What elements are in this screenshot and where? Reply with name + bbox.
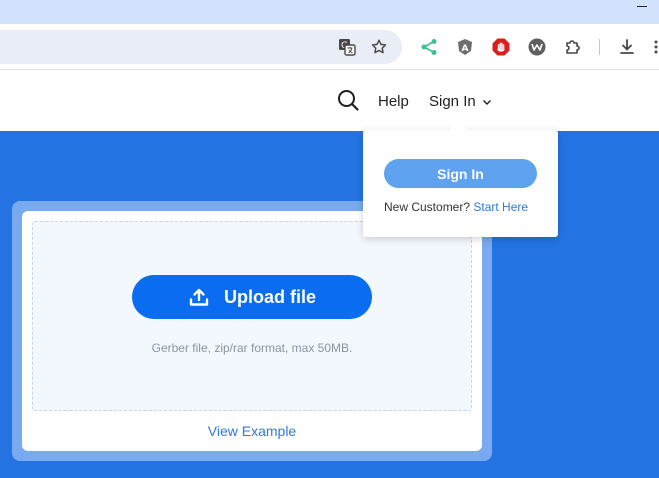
share-extension-icon[interactable] — [417, 35, 441, 59]
bookmark-star-icon[interactable] — [367, 35, 391, 59]
signin-menu-label: Sign In — [429, 93, 476, 110]
svg-text:A: A — [462, 44, 469, 54]
upload-file-button-label: Upload file — [223, 286, 316, 307]
w-extension-icon[interactable] — [525, 35, 549, 59]
new-customer-text: New Customer? — [384, 200, 471, 214]
signin-menu[interactable]: Sign In — [429, 93, 492, 110]
stop-extension-icon[interactable] — [489, 35, 513, 59]
download-icon[interactable] — [615, 35, 639, 59]
more-menu-icon[interactable] — [650, 35, 659, 59]
search-icon[interactable] — [336, 88, 360, 112]
view-example-link[interactable]: View Example — [22, 423, 482, 439]
upload-file-button[interactable]: Upload file — [132, 275, 372, 319]
chevron-down-icon — [482, 99, 491, 105]
site-header: Help Sign In — [0, 71, 659, 131]
signin-button[interactable]: Sign In — [384, 159, 537, 188]
window-minimize-icon[interactable] — [637, 6, 647, 7]
new-customer-line: New Customer? Start Here — [384, 200, 528, 214]
signin-dropdown: Sign In New Customer? Start Here — [363, 121, 558, 237]
browser-tab-strip — [0, 0, 659, 24]
upload-hint: Gerber file, zip/rar format, max 50MB. — [151, 341, 353, 355]
start-here-link[interactable]: Start Here — [473, 200, 528, 214]
browser-toolbar: G A — [0, 24, 659, 70]
help-link[interactable]: Help — [378, 93, 409, 110]
translate-icon[interactable]: G — [335, 35, 359, 59]
extension-a-icon[interactable]: A — [453, 35, 477, 59]
toolbar-separator — [599, 39, 600, 55]
puzzle-extensions-icon[interactable] — [561, 35, 585, 59]
upload-icon — [189, 288, 209, 306]
